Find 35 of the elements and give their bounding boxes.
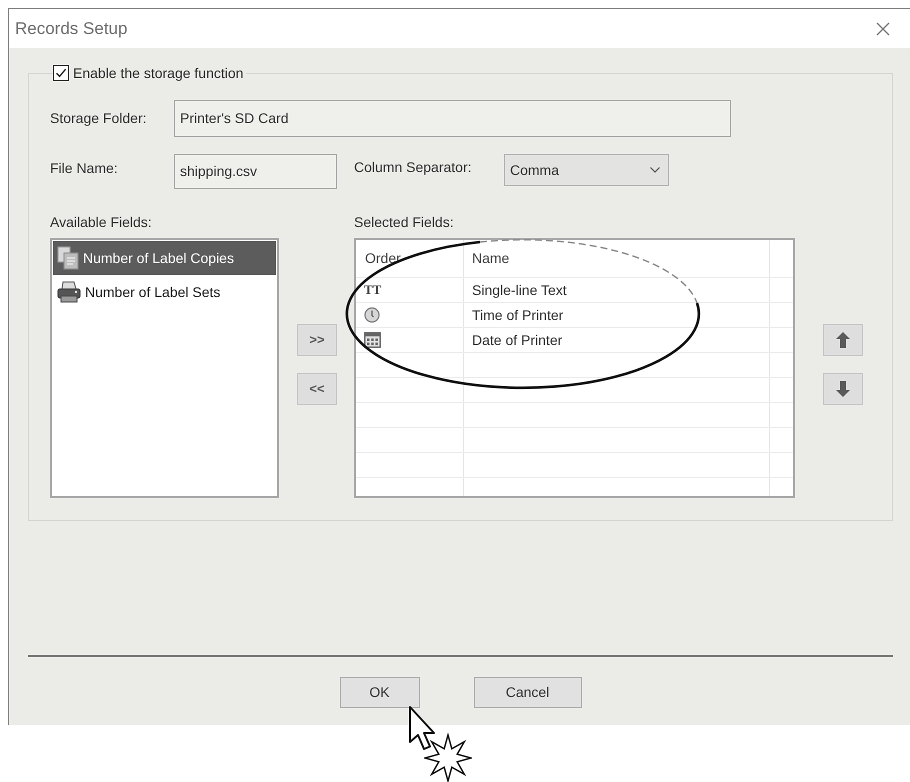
move-up-button[interactable] <box>823 324 863 356</box>
column-header: Name <box>471 249 510 268</box>
table-cell-text: Single-line Text <box>471 280 567 300</box>
chevron-down-icon <box>650 167 660 173</box>
table-cell-text: Date of Printer <box>471 330 562 350</box>
up-arrow-icon <box>836 332 850 348</box>
list-item[interactable]: Number of Label Sets <box>53 275 276 309</box>
dropdown[interactable]: Comma <box>504 154 669 186</box>
section-label: Available Fields: <box>50 213 153 232</box>
starburst-icon <box>424 733 472 782</box>
checkbox[interactable] <box>53 65 69 81</box>
column-header: Order <box>364 249 401 268</box>
field-label: Column Separator: <box>354 158 473 177</box>
down-arrow-icon <box>836 381 850 397</box>
remove-field-button[interactable]: << <box>297 373 337 405</box>
add-field-button[interactable]: >> <box>297 324 337 356</box>
field-label: Storage Folder: <box>50 109 148 128</box>
clock-icon <box>364 307 380 323</box>
text-field[interactable]: shipping.csv <box>174 154 337 189</box>
checkbox-label: Enable the storage function <box>73 64 244 82</box>
window-title: Records Setup <box>15 18 128 40</box>
list-item[interactable]: Number of Label Copies <box>53 241 276 275</box>
section-label: Selected Fields: <box>354 213 454 232</box>
move-down-button[interactable] <box>823 373 863 405</box>
ok-button[interactable]: OK <box>340 677 420 708</box>
close-icon[interactable] <box>876 22 890 36</box>
calendar-icon <box>364 332 381 348</box>
table-cell-text: Time of Printer <box>471 306 564 324</box>
printer-icon <box>57 281 81 303</box>
cancel-button[interactable]: Cancel <box>474 677 582 708</box>
text-type-icon: TT <box>364 283 382 297</box>
field-label: File Name: <box>50 159 119 178</box>
text-field[interactable]: Printer's SD Card <box>174 100 731 137</box>
documents-icon <box>57 246 79 270</box>
pointer-cursor-icon <box>408 705 436 751</box>
